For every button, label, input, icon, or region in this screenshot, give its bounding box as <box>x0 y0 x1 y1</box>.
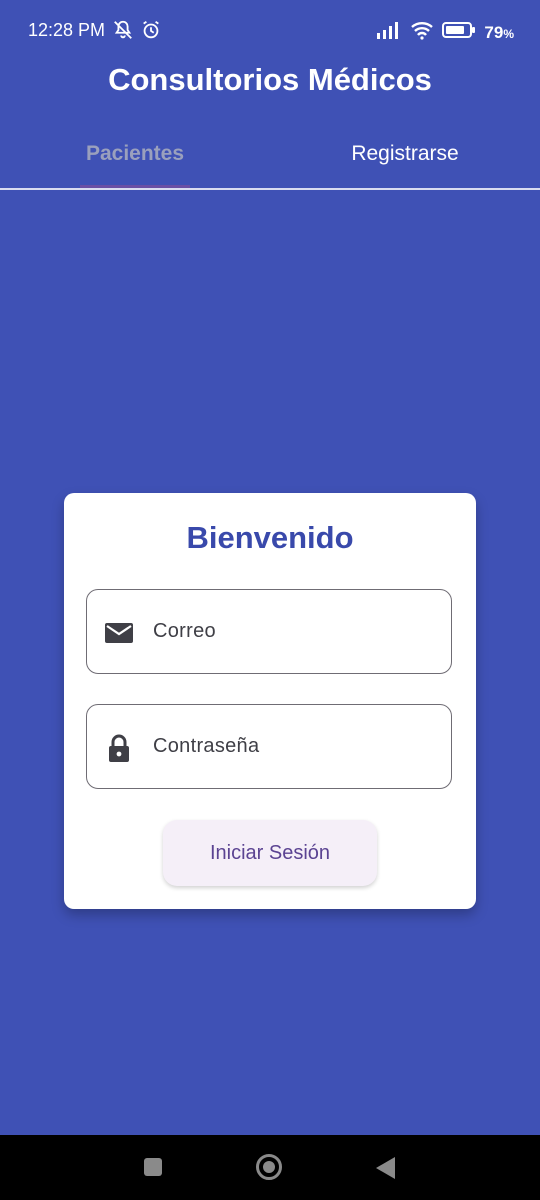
password-placeholder: Contraseña <box>153 735 260 757</box>
email-placeholder: Correo <box>153 620 216 642</box>
status-time: 12:28 PM <box>28 20 106 40</box>
tab-pacientes[interactable]: Pacientes <box>80 142 190 166</box>
home-icon-inner <box>263 1161 275 1173</box>
mail-icon <box>103 618 135 648</box>
status-notification-icons <box>112 19 162 46</box>
back-icon[interactable] <box>376 1157 395 1179</box>
signal-icon <box>376 21 402 44</box>
lock-icon <box>103 733 135 763</box>
navigation-bar <box>0 1135 540 1200</box>
login-card: Bienvenido Correo Contraseña Iniciar Ses… <box>64 493 476 909</box>
login-button[interactable]: Iniciar Sesión <box>163 820 377 886</box>
app-title: Consultorios Médicos <box>108 62 432 97</box>
alarm-icon <box>140 19 162 46</box>
wifi-icon <box>410 20 434 45</box>
email-field[interactable]: Correo <box>86 589 452 674</box>
mute-icon <box>112 19 134 46</box>
status-bar: 12:28 PM 79% <box>0 0 540 62</box>
battery-level: 79% <box>484 22 514 42</box>
tab-registrarse[interactable]: Registrarse <box>330 142 480 166</box>
status-system-icons: 79% <box>376 20 514 45</box>
home-icon[interactable] <box>256 1154 282 1180</box>
card-title: Bienvenido <box>186 520 354 555</box>
battery-icon <box>442 21 476 44</box>
tabs-divider <box>0 188 540 190</box>
password-field[interactable]: Contraseña <box>86 704 452 789</box>
tab-bar: Pacientes Registrarse <box>0 130 540 190</box>
recent-apps-icon[interactable] <box>144 1158 162 1176</box>
